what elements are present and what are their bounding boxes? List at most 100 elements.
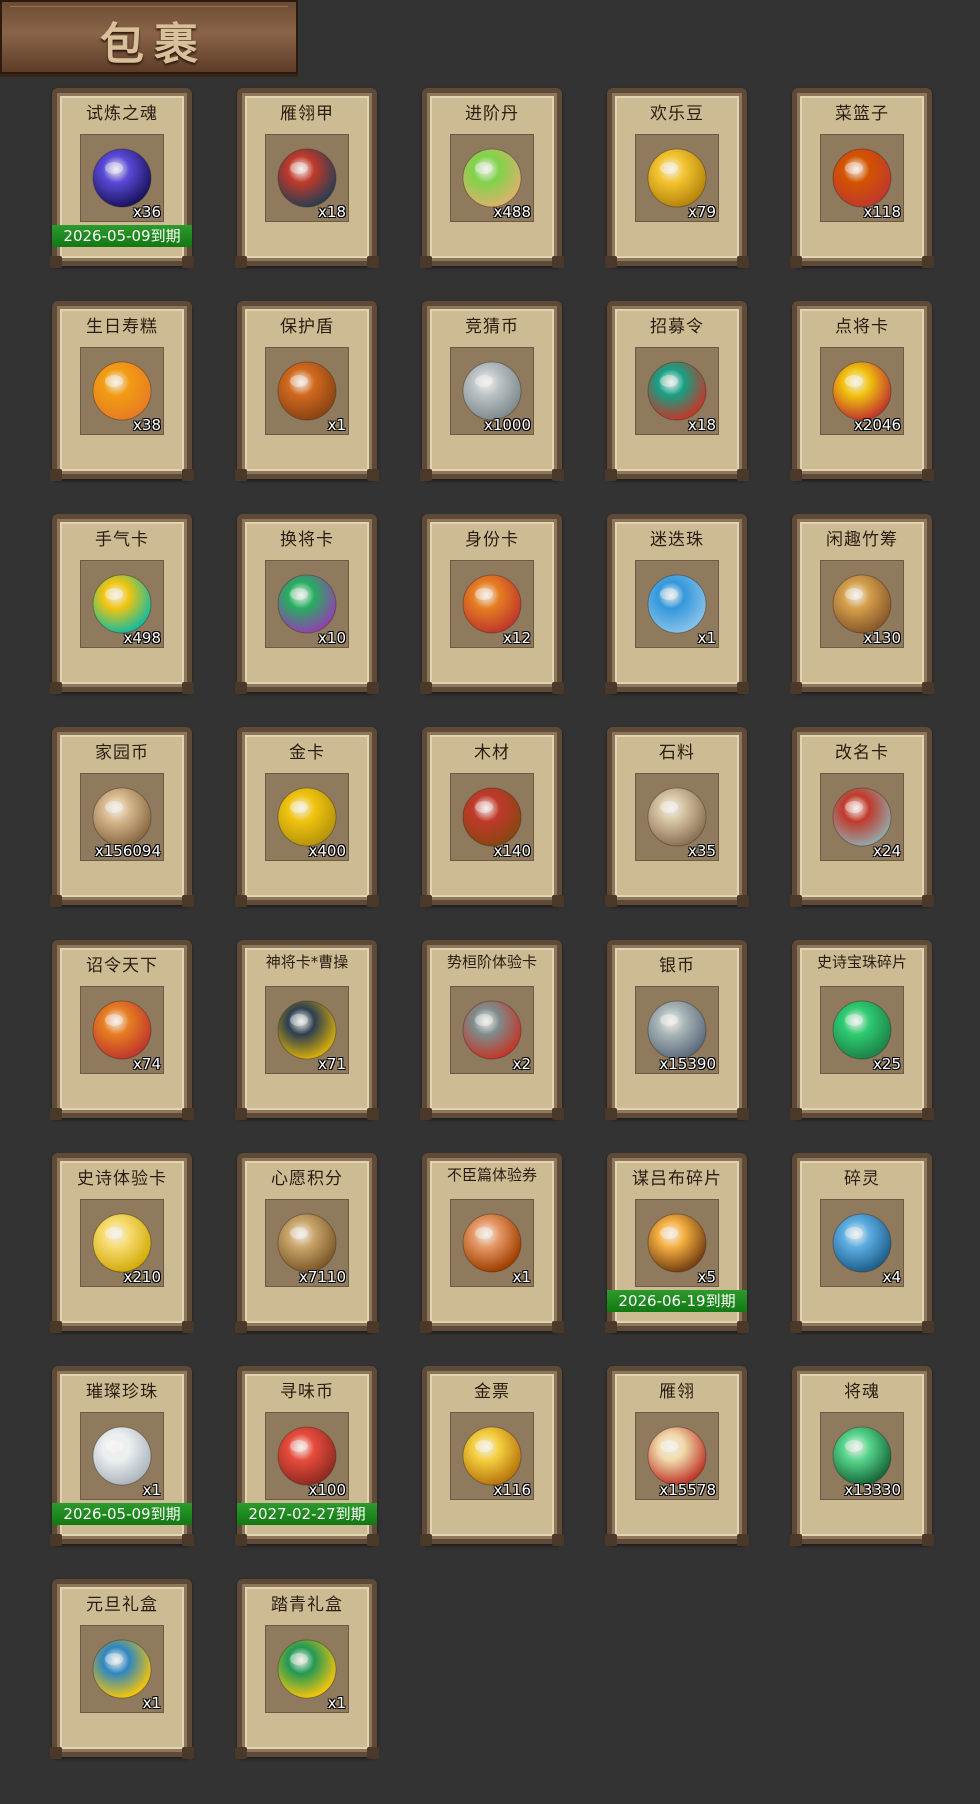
inventory-item[interactable]: 改名卡 x24 [790, 727, 934, 907]
pill-icon: x488 [450, 134, 534, 222]
cake-icon: x38 [80, 347, 164, 435]
green-gift-icon: x1 [265, 1625, 349, 1713]
inventory-item[interactable]: 史诗体验卡 x210 [50, 1153, 194, 1333]
item-name: 不臣篇体验券 [446, 1166, 537, 1184]
item-count: x210 [123, 1268, 161, 1286]
wood-icon: x140 [450, 773, 534, 861]
inventory-item[interactable]: 踏青礼盒 x1 [235, 1579, 379, 1759]
item-name: 史诗宝珠碎片 [816, 953, 907, 971]
crystal-icon: x4 [820, 1199, 904, 1287]
item-count: x7110 [298, 1268, 346, 1286]
inventory-item[interactable]: 银币 x15390 [605, 940, 749, 1120]
item-name: 欢乐豆 [650, 104, 704, 124]
inventory-item[interactable]: 雁翎甲 x18 [235, 88, 379, 268]
inventory-item[interactable]: 不臣篇体验券 x1 [420, 1153, 564, 1333]
green-soul-icon: x13330 [820, 1412, 904, 1500]
shield-icon: x1 [265, 347, 349, 435]
inventory-item[interactable]: 生日寿糕 x38 [50, 301, 194, 481]
heart-coin-icon: x7110 [265, 1199, 349, 1287]
item-name: 换将卡 [280, 530, 334, 550]
item-name: 势桓阶体验卡 [446, 953, 537, 971]
inventory-item[interactable]: 碎灵 x4 [790, 1153, 934, 1333]
item-name: 史诗体验卡 [77, 1169, 167, 1189]
pearl-icon: x1 [80, 1412, 164, 1500]
item-count: x25 [873, 1055, 901, 1073]
blue-gift-icon: x1 [80, 1625, 164, 1713]
item-count: x2 [512, 1055, 531, 1073]
inventory-item[interactable]: 进阶丹 x488 [420, 88, 564, 268]
inventory-item[interactable]: 石料 x35 [605, 727, 749, 907]
inventory-item[interactable]: 金票 x116 [420, 1366, 564, 1546]
item-count: x79 [688, 203, 716, 221]
inventory-item[interactable]: 寻味币 x100 2027-02-27到期 [235, 1366, 379, 1546]
inventory-item[interactable]: 菜篮子 x118 [790, 88, 934, 268]
inventory-item[interactable]: 雁翎 x15578 [605, 1366, 749, 1546]
expiry-badge: 2026-05-09到期 [52, 1503, 192, 1525]
inventory-item[interactable]: 迷迭珠 x1 [605, 514, 749, 694]
epic-card-icon: x210 [80, 1199, 164, 1287]
inventory-item[interactable]: 欢乐豆 x79 [605, 88, 749, 268]
item-count: x5 [697, 1268, 716, 1286]
item-count: x2046 [853, 416, 901, 434]
item-name: 竞猜币 [465, 317, 519, 337]
item-name: 改名卡 [835, 743, 889, 763]
soul-orb-icon: x36 [80, 134, 164, 222]
item-count: x1 [327, 1694, 346, 1712]
item-count: x35 [688, 842, 716, 860]
inventory-item[interactable]: 身份卡 x12 [420, 514, 564, 694]
item-name: 璀璨珍珠 [86, 1382, 158, 1402]
expiry-badge: 2027-02-27到期 [237, 1503, 377, 1525]
inventory-item[interactable]: 金卡 x400 [235, 727, 379, 907]
item-count: x38 [133, 416, 161, 434]
item-name: 雁翎甲 [280, 104, 334, 124]
silver-coin-icon: x1000 [450, 347, 534, 435]
inventory-item[interactable]: 闲趣竹筹 x130 [790, 514, 934, 694]
item-name: 金票 [474, 1382, 510, 1402]
luck-card-icon: x498 [80, 560, 164, 648]
beans-icon: x79 [635, 134, 719, 222]
page-title: 包裹 [100, 19, 208, 70]
inventory-item[interactable]: 竞猜币 x1000 [420, 301, 564, 481]
item-count: x1 [327, 416, 346, 434]
inventory-item[interactable]: 木材 x140 [420, 727, 564, 907]
item-count: x118 [863, 203, 901, 221]
item-name: 身份卡 [465, 530, 519, 550]
puzzle-icon: x5 [635, 1199, 719, 1287]
inventory-item[interactable]: 势桓阶体验卡 x2 [420, 940, 564, 1120]
inventory-item[interactable]: 史诗宝珠碎片 x25 [790, 940, 934, 1120]
inventory-item[interactable]: 神将卡*曹操 x71 [235, 940, 379, 1120]
inventory-item[interactable]: 保护盾 x1 [235, 301, 379, 481]
inventory-item[interactable]: 换将卡 x10 [235, 514, 379, 694]
item-count: x498 [123, 629, 161, 647]
inventory-item[interactable]: 招募令 x18 [605, 301, 749, 481]
inventory-item[interactable]: 谋吕布碎片 x5 2026-06-19到期 [605, 1153, 749, 1333]
inventory-item[interactable]: 心愿积分 x7110 [235, 1153, 379, 1333]
basket-icon: x118 [820, 134, 904, 222]
inventory-item[interactable]: 手气卡 x498 [50, 514, 194, 694]
item-count: x71 [318, 1055, 346, 1073]
inventory-item[interactable]: 璀璨珍珠 x1 2026-05-09到期 [50, 1366, 194, 1546]
item-count: x10 [318, 629, 346, 647]
item-name: 石料 [659, 743, 695, 763]
identity-card-icon: x12 [450, 560, 534, 648]
inventory-item[interactable]: 将魂 x13330 [790, 1366, 934, 1546]
swap-card-icon: x10 [265, 560, 349, 648]
recruit-token-icon: x18 [635, 347, 719, 435]
item-count: x74 [133, 1055, 161, 1073]
item-name: 点将卡 [835, 317, 889, 337]
inventory-item[interactable]: 家园币 x156094 [50, 727, 194, 907]
item-name: 试炼之魂 [86, 104, 158, 124]
item-count: x156094 [94, 842, 161, 860]
inventory-item[interactable]: 诏令天下 x74 [50, 940, 194, 1120]
inventory-item[interactable]: 试炼之魂 x36 2026-05-09到期 [50, 88, 194, 268]
item-count: x1 [697, 629, 716, 647]
item-count: x1 [512, 1268, 531, 1286]
item-name: 谋吕布碎片 [632, 1169, 722, 1189]
item-count: x12 [503, 629, 531, 647]
item-count: x24 [873, 842, 901, 860]
stone-icon: x35 [635, 773, 719, 861]
gold-card-icon: x400 [265, 773, 349, 861]
inventory-item[interactable]: 点将卡 x2046 [790, 301, 934, 481]
inventory-item[interactable]: 元旦礼盒 x1 [50, 1579, 194, 1759]
item-count: x130 [863, 629, 901, 647]
